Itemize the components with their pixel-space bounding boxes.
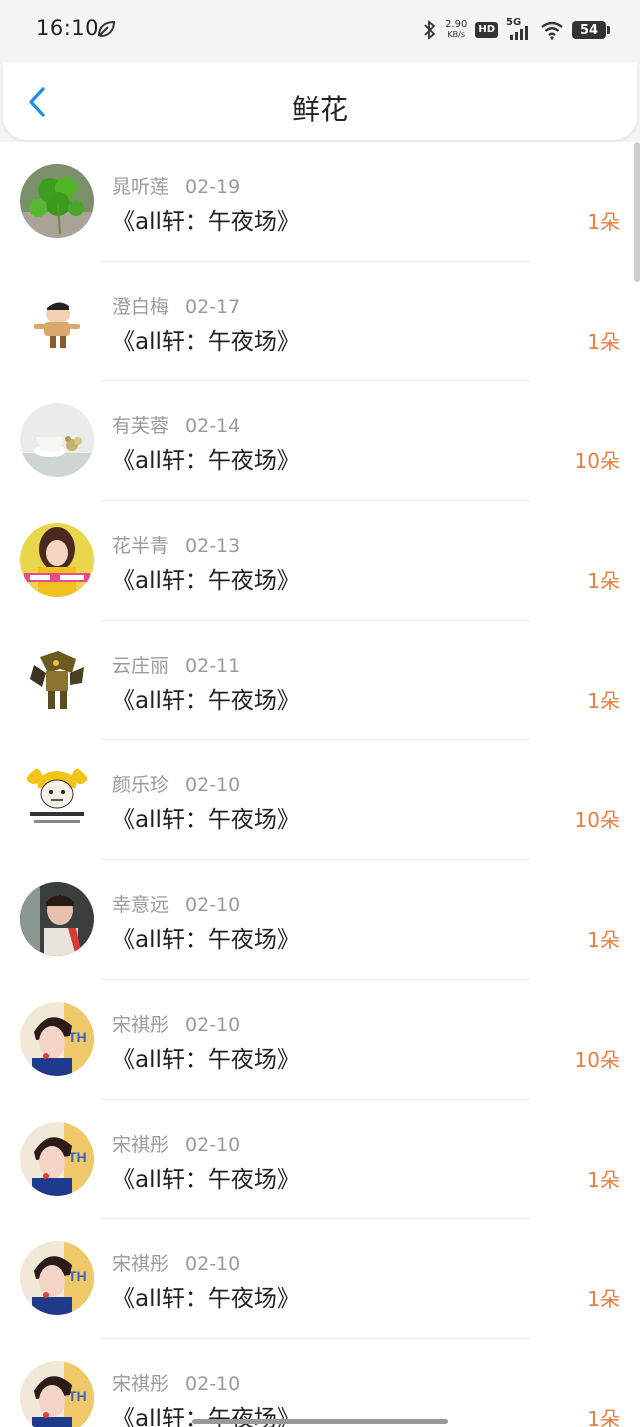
flower-count: 1朵	[587, 1287, 620, 1312]
sender-name: 颜乐珍	[112, 774, 170, 797]
list-item[interactable]: TH 宋祺彤 02-10 《all轩：午夜场》 10朵	[0, 980, 640, 1100]
send-date: 02-10	[185, 894, 241, 917]
sender-line: 宋祺彤 02-10	[112, 1130, 240, 1157]
list-item[interactable]: 有芙蓉 02-14 《all轩：午夜场》 10朵	[0, 381, 640, 502]
send-date: 02-17	[185, 295, 241, 318]
flower-count: 1朵	[587, 928, 620, 953]
avatar[interactable]: TH	[20, 1001, 94, 1076]
status-time: 16:10	[36, 16, 100, 40]
flower-list: 晁听莲 02-19 《all轩：午夜场》 1朵 澄白梅 02-17 《all轩：午夜场》 1朵…	[0, 142, 640, 1427]
battery-icon: 54	[572, 21, 610, 39]
sender-line: 晁听莲 02-19	[112, 172, 240, 199]
net-speed-unit: KB/s	[447, 30, 465, 39]
flower-count: 1朵	[587, 688, 620, 713]
sender-name: 云庄丽	[112, 654, 170, 677]
sender-name: 晁听莲	[112, 176, 170, 198]
avatar[interactable]: TH	[20, 1121, 94, 1196]
book-title: 《all轩：午夜场》	[112, 448, 300, 475]
list-item[interactable]: 花半青 02-13 《all轩：午夜场》 1朵	[0, 501, 640, 621]
sender-line: 宋祺彤 02-10	[112, 1369, 240, 1396]
page-title: 鲜花	[291, 93, 348, 126]
book-title: 《all轩：午夜场》	[112, 687, 300, 714]
status-icons: 2.90 KB/s HD 5G 54	[423, 14, 610, 46]
sender-name: 宋祺彤	[112, 1013, 170, 1036]
flower-count: 10朵	[574, 1047, 620, 1072]
list-item[interactable]: TH 宋祺彤 02-10 《all轩：午夜场》 1朵	[0, 1219, 640, 1339]
flower-count: 1朵	[587, 569, 620, 594]
book-title: 《all轩：午夜场》	[112, 328, 300, 355]
avatar[interactable]: TH	[20, 1241, 94, 1316]
send-date: 02-10	[185, 1133, 241, 1156]
flower-count: 10朵	[574, 449, 620, 474]
status-bar: 16:10 2.90 KB/s HD 5G 54	[0, 0, 640, 60]
send-date: 02-11	[185, 654, 241, 677]
net-speed-value: 2.90	[445, 19, 468, 30]
sender-line: 有芙蓉 02-14	[112, 411, 240, 438]
sender-line: 颜乐珍 02-10	[112, 770, 240, 797]
book-title: 《all轩：午夜场》	[112, 1046, 300, 1073]
avatar[interactable]	[20, 762, 94, 837]
sender-line: 云庄丽 02-11	[112, 651, 240, 678]
avatar[interactable]: TH	[20, 1360, 94, 1427]
battery-level: 54	[579, 22, 599, 38]
home-indicator[interactable]	[192, 1419, 448, 1424]
book-title: 《all轩：午夜场》	[112, 1286, 300, 1313]
book-title: 《all轩：午夜场》	[112, 568, 300, 595]
sender-line: 花半青 02-13	[112, 531, 240, 558]
send-date: 02-13	[185, 535, 241, 558]
book-title: 《all轩：午夜场》	[112, 927, 300, 954]
wifi-icon	[541, 21, 563, 40]
leaf-icon	[97, 20, 116, 38]
list-item[interactable]: 颜乐珍 02-10 《all轩：午夜场》 10朵	[0, 740, 640, 861]
cellular-signal-icon: 5G	[506, 17, 532, 41]
send-date: 02-14	[185, 415, 241, 438]
scrollbar[interactable]	[634, 142, 640, 282]
book-title: 《all轩：午夜场》	[112, 1166, 300, 1193]
list-item[interactable]: 澄白梅 02-17 《all轩：午夜场》 1朵	[0, 262, 640, 382]
list-item[interactable]: 幸意远 02-10 《all轩：午夜场》 1朵	[0, 860, 640, 980]
sender-name: 幸意远	[112, 894, 170, 917]
send-date: 02-19	[185, 176, 241, 198]
list-item[interactable]: TH 宋祺彤 02-10 《all轩：午夜场》 1朵	[0, 1100, 640, 1220]
avatar[interactable]	[20, 523, 94, 598]
sender-name: 有芙蓉	[112, 415, 170, 438]
book-title: 《all轩：午夜场》	[112, 807, 300, 834]
send-date: 02-10	[185, 1253, 241, 1276]
sender-name: 宋祺彤	[112, 1133, 170, 1156]
sender-name: 宋祺彤	[112, 1372, 170, 1395]
app-header: 鲜花	[3, 62, 637, 140]
sender-name: 花半青	[112, 535, 170, 558]
flower-count: 1朵	[587, 210, 620, 234]
avatar[interactable]	[20, 283, 94, 358]
hd-badge: HD	[475, 22, 498, 38]
bluetooth-icon	[424, 20, 436, 40]
sender-line: 宋祺彤 02-10	[112, 1010, 240, 1037]
sender-line: 宋祺彤 02-10	[112, 1249, 240, 1276]
avatar[interactable]	[20, 164, 94, 238]
send-date: 02-10	[185, 1013, 241, 1036]
avatar[interactable]	[20, 882, 94, 957]
flower-count: 1朵	[587, 1406, 620, 1427]
sender-name: 宋祺彤	[112, 1253, 170, 1276]
send-date: 02-10	[185, 774, 241, 797]
sender-line: 幸意远 02-10	[112, 890, 240, 917]
net-speed: 2.90 KB/s	[445, 20, 467, 40]
book-title: 《all轩：午夜场》	[112, 209, 300, 235]
list-item[interactable]: TH 宋祺彤 02-10 《all轩：午夜场》 1朵	[0, 1339, 640, 1427]
flower-count: 1朵	[587, 1167, 620, 1192]
sender-line: 澄白梅 02-17	[112, 292, 240, 319]
list-item[interactable]: 云庄丽 02-11 《all轩：午夜场》 1朵	[0, 621, 640, 741]
sender-name: 澄白梅	[112, 295, 170, 318]
avatar[interactable]	[20, 403, 94, 478]
send-date: 02-10	[185, 1372, 241, 1395]
flower-count: 1朵	[587, 329, 620, 354]
list-item[interactable]: 晁听莲 02-19 《all轩：午夜场》 1朵	[0, 142, 640, 262]
avatar[interactable]	[20, 642, 94, 717]
flower-count: 10朵	[574, 808, 620, 833]
